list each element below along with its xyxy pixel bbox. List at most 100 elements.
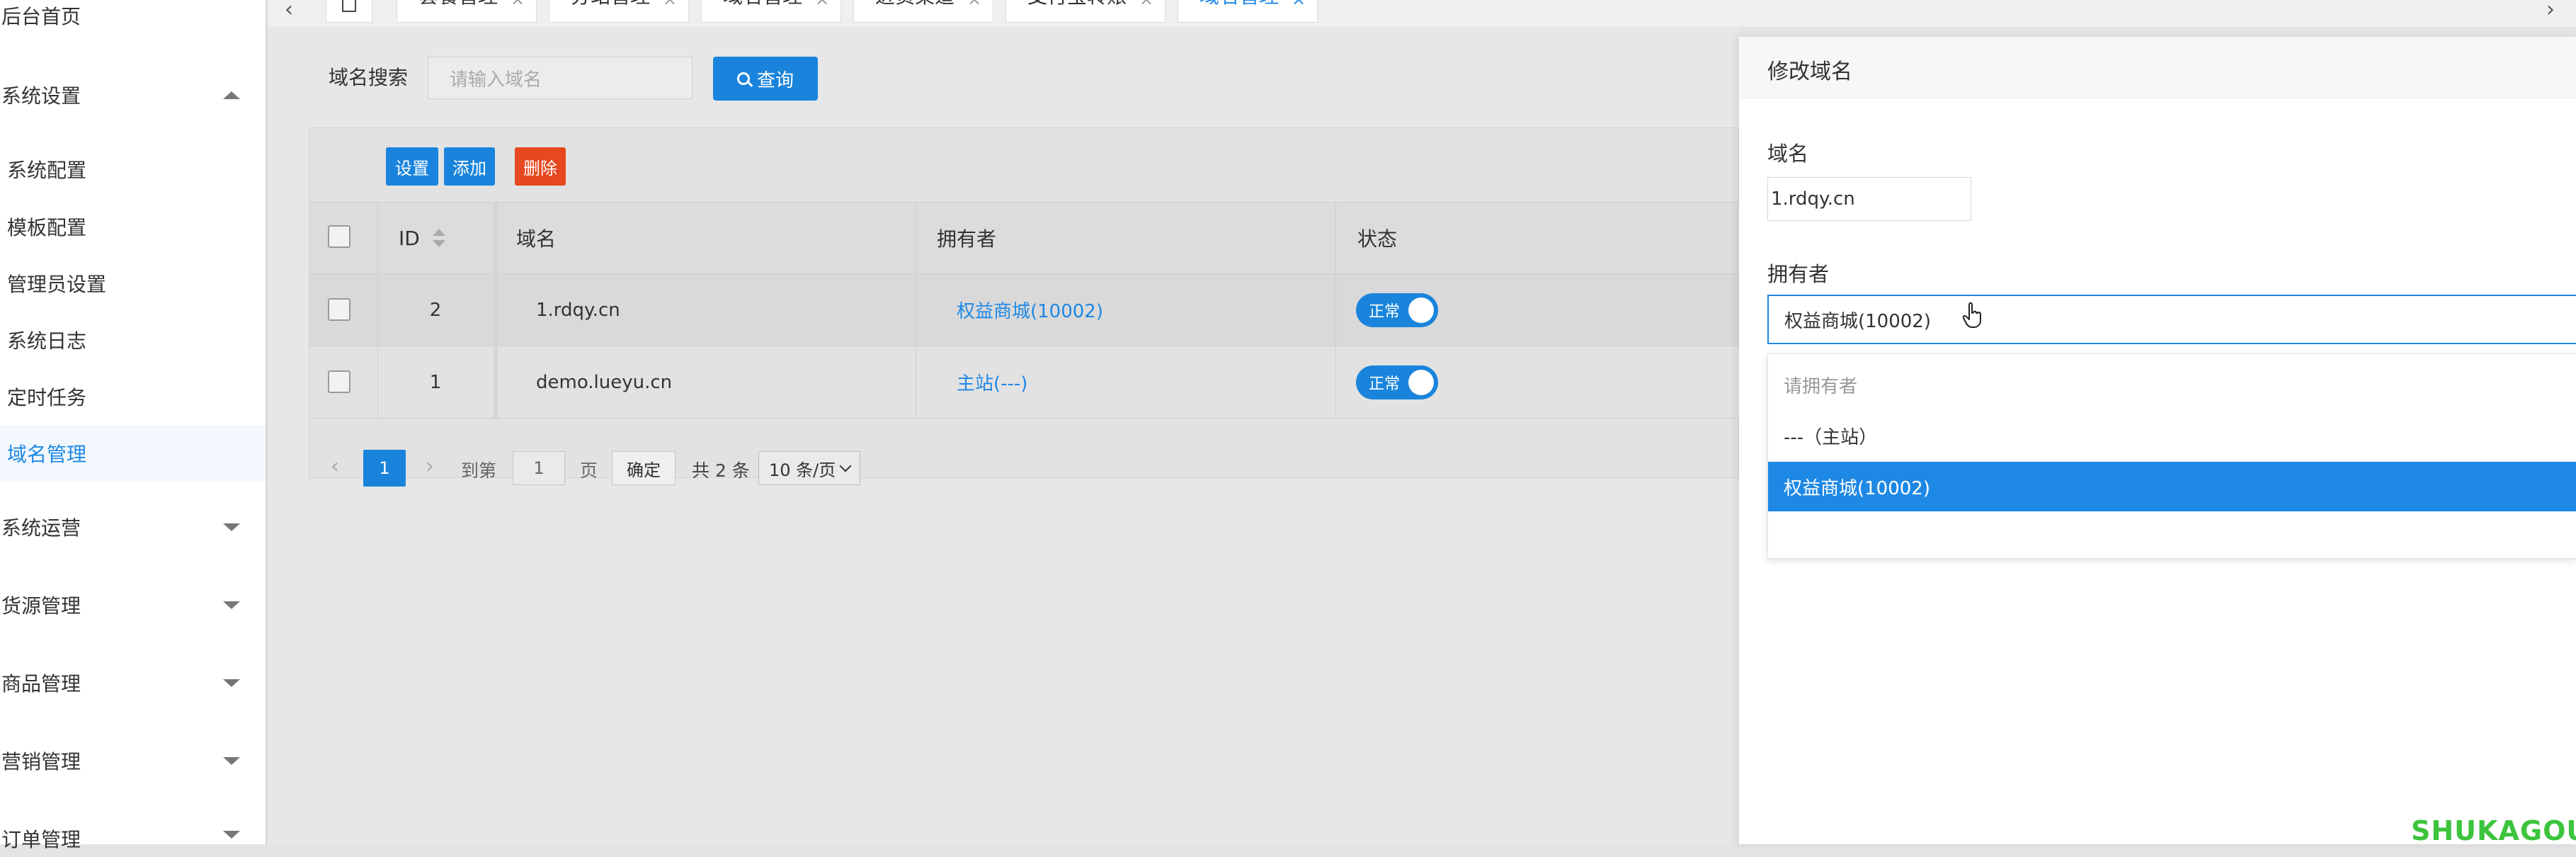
cell-owner-link[interactable]: 权益商城(10002) bbox=[957, 274, 1103, 346]
tab-prev-icon[interactable]: ‹ bbox=[285, 0, 293, 22]
sidebar-item-label: 模板配置 bbox=[7, 216, 87, 239]
sidebar-item-template-config[interactable]: 模板配置 bbox=[0, 209, 273, 244]
drawer-title: 修改域名 bbox=[1767, 59, 1852, 84]
tab-package-management[interactable]: 套餐管理 × bbox=[397, 0, 537, 23]
sidebar-item-system-log[interactable]: 系统日志 bbox=[0, 322, 273, 358]
sidebar-item-label: 系统运营 bbox=[1, 516, 81, 540]
dropdown-option-placeholder[interactable]: 请拥有者 bbox=[1768, 360, 2576, 409]
sidebar-group-marketing[interactable]: 营销管理 bbox=[0, 742, 267, 779]
status-toggle[interactable]: 正常 bbox=[1356, 365, 1438, 399]
watermark-logo: SHUKAGOU bbox=[2411, 815, 2576, 846]
prev-page-icon[interactable]: ‹ bbox=[331, 454, 339, 479]
chevron-down-icon bbox=[223, 679, 240, 687]
sidebar-group-supply[interactable]: 货源管理 bbox=[0, 586, 267, 623]
next-page-icon[interactable]: › bbox=[426, 454, 434, 479]
column-header-domain: 域名 bbox=[516, 227, 557, 251]
goto-confirm-button[interactable]: 确定 bbox=[612, 451, 676, 485]
search-button[interactable]: 查询 bbox=[713, 57, 818, 101]
sidebar-item-label: 营销管理 bbox=[1, 750, 81, 773]
search-input[interactable]: 请输入域名 bbox=[428, 57, 693, 99]
tab-bar: ‹ 套餐管理 × 分站管理 × 域名管理 × 进货渠道 × 支付宝转账 × 域名… bbox=[268, 0, 2576, 27]
row-checkbox[interactable] bbox=[328, 298, 351, 321]
chevron-down-icon bbox=[839, 460, 852, 472]
sidebar-item-domain-management[interactable]: 域名管理 bbox=[0, 425, 273, 482]
tab-alipay-transfer[interactable]: 支付宝转账 × bbox=[1005, 0, 1166, 23]
close-icon[interactable]: × bbox=[663, 0, 677, 9]
cell-domain: 1.rdqy.cn bbox=[536, 299, 620, 321]
page-1-button[interactable]: 1 bbox=[363, 450, 406, 487]
status-toggle[interactable]: 正常 bbox=[1356, 293, 1438, 327]
chevron-down-icon bbox=[223, 523, 240, 531]
sidebar-item-label: 系统配置 bbox=[7, 159, 87, 182]
sidebar-item-label: 后台首页 bbox=[1, 5, 81, 28]
tab-next-icon[interactable]: › bbox=[2546, 0, 2555, 22]
sidebar-item-label: 系统设置 bbox=[1, 84, 81, 108]
page-number-input[interactable]: 1 bbox=[513, 451, 565, 485]
edit-domain-drawer: 修改域名 域名 1.rdqy.cn 拥有者 权益商城(10002) 请拥有者 -… bbox=[1739, 37, 2576, 844]
drawer-header: 修改域名 bbox=[1739, 37, 2576, 98]
cell-status: 正常 bbox=[1356, 346, 1438, 418]
tab-domain-management[interactable]: 域名管理 × bbox=[701, 0, 841, 23]
sidebar-item-system-config[interactable]: 系统配置 bbox=[0, 152, 273, 187]
total-count: 共 2 条 bbox=[692, 460, 750, 481]
sidebar-item-home[interactable]: 后台首页 bbox=[0, 0, 267, 34]
close-icon[interactable]: × bbox=[1139, 0, 1153, 9]
sidebar-item-label: 系统日志 bbox=[7, 329, 87, 353]
main-content: 域名搜索 请输入域名 查询 设置 添加 删除 ID 域名 拥有者 状态 2 1.… bbox=[268, 27, 1740, 844]
cell-status: 正常 bbox=[1356, 274, 1438, 346]
table-header: ID 域名 拥有者 状态 bbox=[309, 202, 1740, 274]
row-checkbox[interactable] bbox=[328, 370, 351, 393]
owner-select[interactable]: 权益商城(10002) bbox=[1767, 295, 2576, 344]
sidebar-group-orders[interactable]: 订单管理 bbox=[0, 820, 267, 857]
chevron-up-icon bbox=[223, 91, 240, 99]
page-unit-label: 页 bbox=[580, 460, 598, 481]
tab-home[interactable] bbox=[326, 0, 372, 23]
domain-table-card: 设置 添加 删除 ID 域名 拥有者 状态 2 1.rdqy.cn 权益商城(1… bbox=[309, 127, 1740, 487]
hand-cursor-icon bbox=[1962, 302, 1981, 328]
chevron-down-icon bbox=[223, 757, 240, 765]
column-header-id[interactable]: ID bbox=[399, 203, 445, 273]
cell-id: 1 bbox=[429, 371, 442, 393]
column-header-owner: 拥有者 bbox=[937, 227, 997, 251]
close-icon[interactable]: × bbox=[511, 0, 525, 9]
settings-button[interactable]: 设置 bbox=[386, 147, 438, 186]
sidebar-group-operations[interactable]: 系统运营 bbox=[0, 509, 267, 545]
table-row[interactable]: 1 demo.lueyu.cn 主站(---) 正常 bbox=[309, 346, 1740, 419]
goto-label: 到第 bbox=[461, 460, 497, 481]
sidebar-item-label: 商品管理 bbox=[1, 672, 81, 696]
column-header-status: 状态 bbox=[1357, 227, 1398, 251]
chevron-down-icon bbox=[223, 601, 240, 609]
domain-field-label: 域名 bbox=[1767, 142, 1809, 166]
page-size-select[interactable]: 10 条/页 bbox=[758, 451, 860, 485]
sort-icon[interactable] bbox=[432, 229, 445, 247]
tab-purchase-channels[interactable]: 进货渠道 × bbox=[853, 0, 993, 23]
select-all-checkbox[interactable] bbox=[328, 225, 351, 248]
cell-owner-link[interactable]: 主站(---) bbox=[957, 346, 1027, 418]
tab-branch-management[interactable]: 分站管理 × bbox=[549, 0, 689, 23]
pagination: ‹ 1 › 到第 1 页 确定 共 2 条 10 条/页 bbox=[309, 447, 947, 488]
sidebar-group-system-settings[interactable]: 系统设置 bbox=[0, 76, 267, 113]
delete-button[interactable]: 删除 bbox=[515, 147, 566, 186]
sidebar-item-admin-settings[interactable]: 管理员设置 bbox=[0, 266, 273, 301]
domain-field[interactable]: 1.rdqy.cn bbox=[1767, 177, 1971, 221]
search-label: 域名搜索 bbox=[329, 66, 409, 89]
cell-id: 2 bbox=[429, 299, 442, 321]
tab-domain-management-active[interactable]: 域名管理 × bbox=[1178, 0, 1318, 23]
table-row[interactable]: 2 1.rdqy.cn 权益商城(10002) 正常 bbox=[309, 274, 1740, 346]
owner-dropdown: 请拥有者 ---（主站） 权益商城(10002) bbox=[1767, 353, 2576, 559]
sidebar-item-label: 订单管理 bbox=[1, 828, 81, 851]
dropdown-option-main-site[interactable]: ---（主站） bbox=[1768, 411, 2576, 460]
close-icon[interactable]: × bbox=[1292, 0, 1306, 9]
sidebar-item-scheduled-tasks[interactable]: 定时任务 bbox=[0, 379, 273, 414]
home-icon bbox=[342, 0, 356, 12]
chevron-down-icon bbox=[223, 831, 240, 839]
cell-domain: demo.lueyu.cn bbox=[536, 371, 673, 393]
close-icon[interactable]: × bbox=[815, 0, 829, 9]
sidebar-item-label: 管理员设置 bbox=[7, 273, 107, 296]
add-button[interactable]: 添加 bbox=[444, 147, 495, 186]
sidebar-group-products[interactable]: 商品管理 bbox=[0, 664, 267, 701]
close-icon[interactable]: × bbox=[967, 0, 981, 9]
dropdown-option-selected[interactable]: 权益商城(10002) bbox=[1768, 462, 2576, 511]
search-icon bbox=[736, 72, 750, 85]
sidebar-item-label: 域名管理 bbox=[7, 443, 87, 466]
